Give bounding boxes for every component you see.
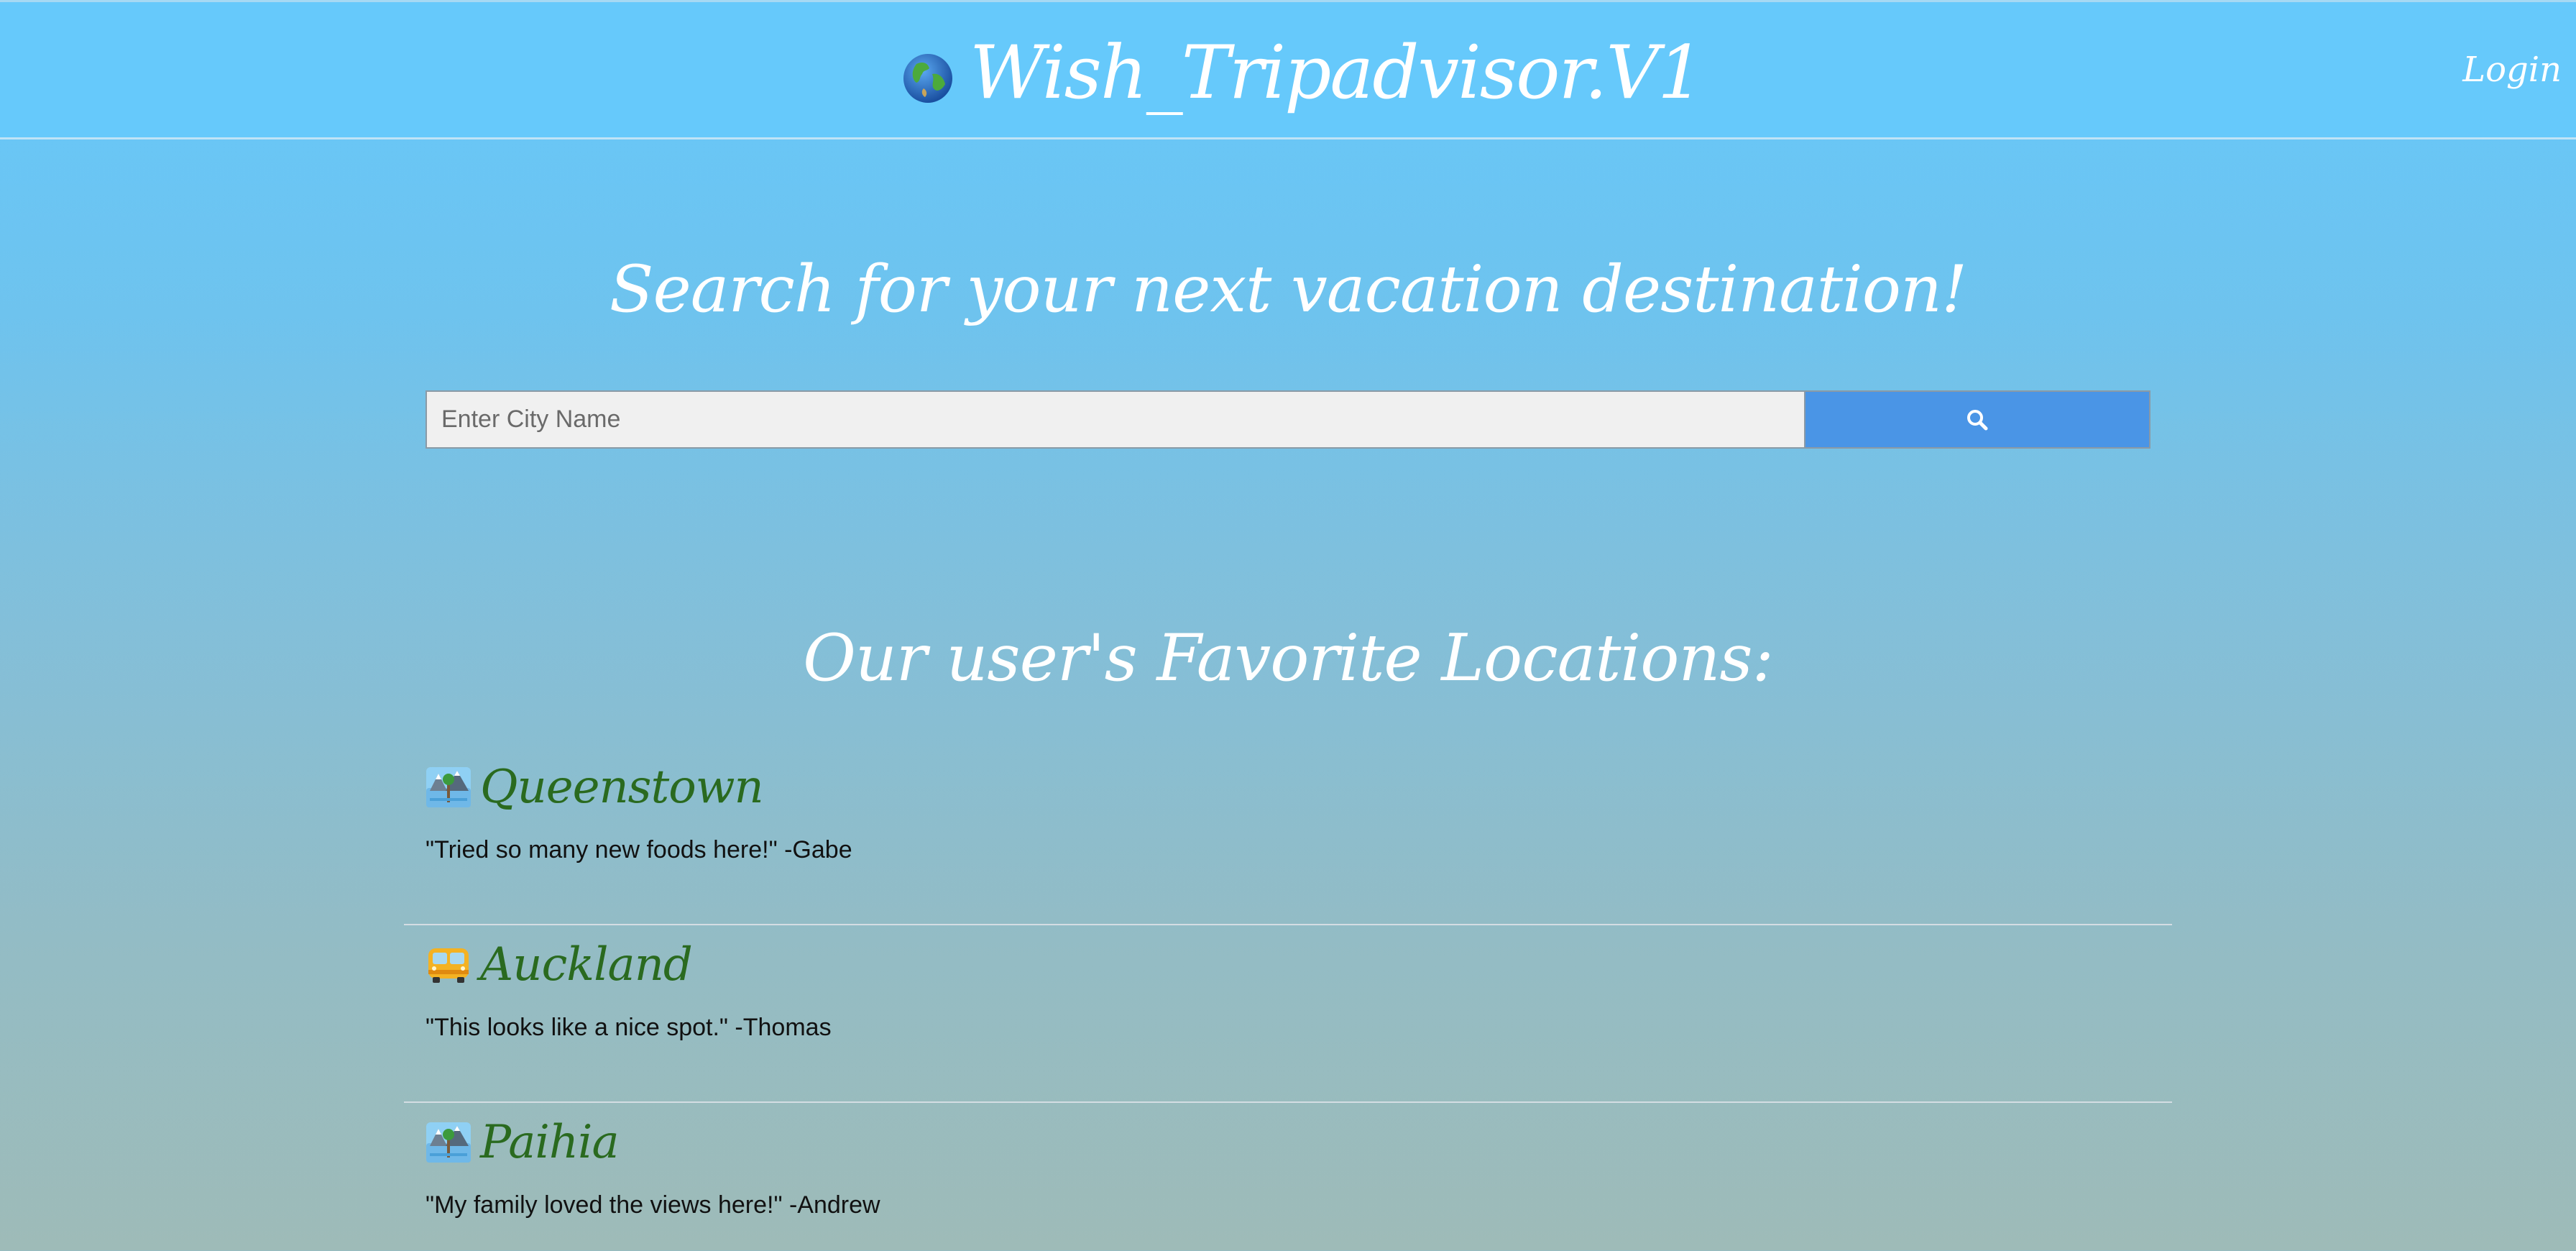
site-title: Wish_Tripadvisor.V1 [970, 29, 1704, 116]
list-item: Queenstown "Tried so many new foods here… [404, 748, 2172, 925]
location-quote: "This looks like a nice spot." -Thomas [426, 1014, 832, 1041]
city-search-input[interactable] [427, 392, 1806, 447]
location-name: Auckland [480, 938, 693, 991]
location-heading[interactable]: Queenstown [426, 761, 764, 814]
location-name: Paihia [480, 1116, 620, 1169]
location-name: Queenstown [480, 761, 764, 814]
brand[interactable]: Wish_Tripadvisor.V1 [902, 22, 1704, 123]
login-link[interactable]: Login [2462, 50, 2562, 90]
location-heading[interactable]: Auckland [426, 938, 693, 991]
globe-icon [903, 54, 952, 103]
search-button[interactable] [1806, 392, 2149, 447]
list-item: Paihia "My family loved the views here!"… [404, 1103, 2172, 1251]
location-heading[interactable]: Paihia [426, 1116, 620, 1169]
favorites-list: Queenstown "Tried so many new foods here… [404, 748, 2172, 1251]
list-item: Auckland "This looks like a nice spot." … [404, 925, 2172, 1103]
national-park-icon [426, 767, 471, 807]
national-park-icon [426, 1122, 471, 1163]
search-bar [426, 390, 2150, 449]
bus-icon [428, 948, 469, 983]
top-navbar: Wish_Tripadvisor.V1 Login [0, 0, 2576, 139]
favorites-title: Our user's Favorite Locations: [803, 620, 1774, 696]
location-quote: "My family loved the views here!" -Andre… [426, 1191, 880, 1219]
hero-title: Search for your next vacation destinatio… [609, 252, 1967, 327]
search-icon [1967, 409, 1988, 430]
location-quote: "Tried so many new foods here!" -Gabe [426, 836, 852, 863]
